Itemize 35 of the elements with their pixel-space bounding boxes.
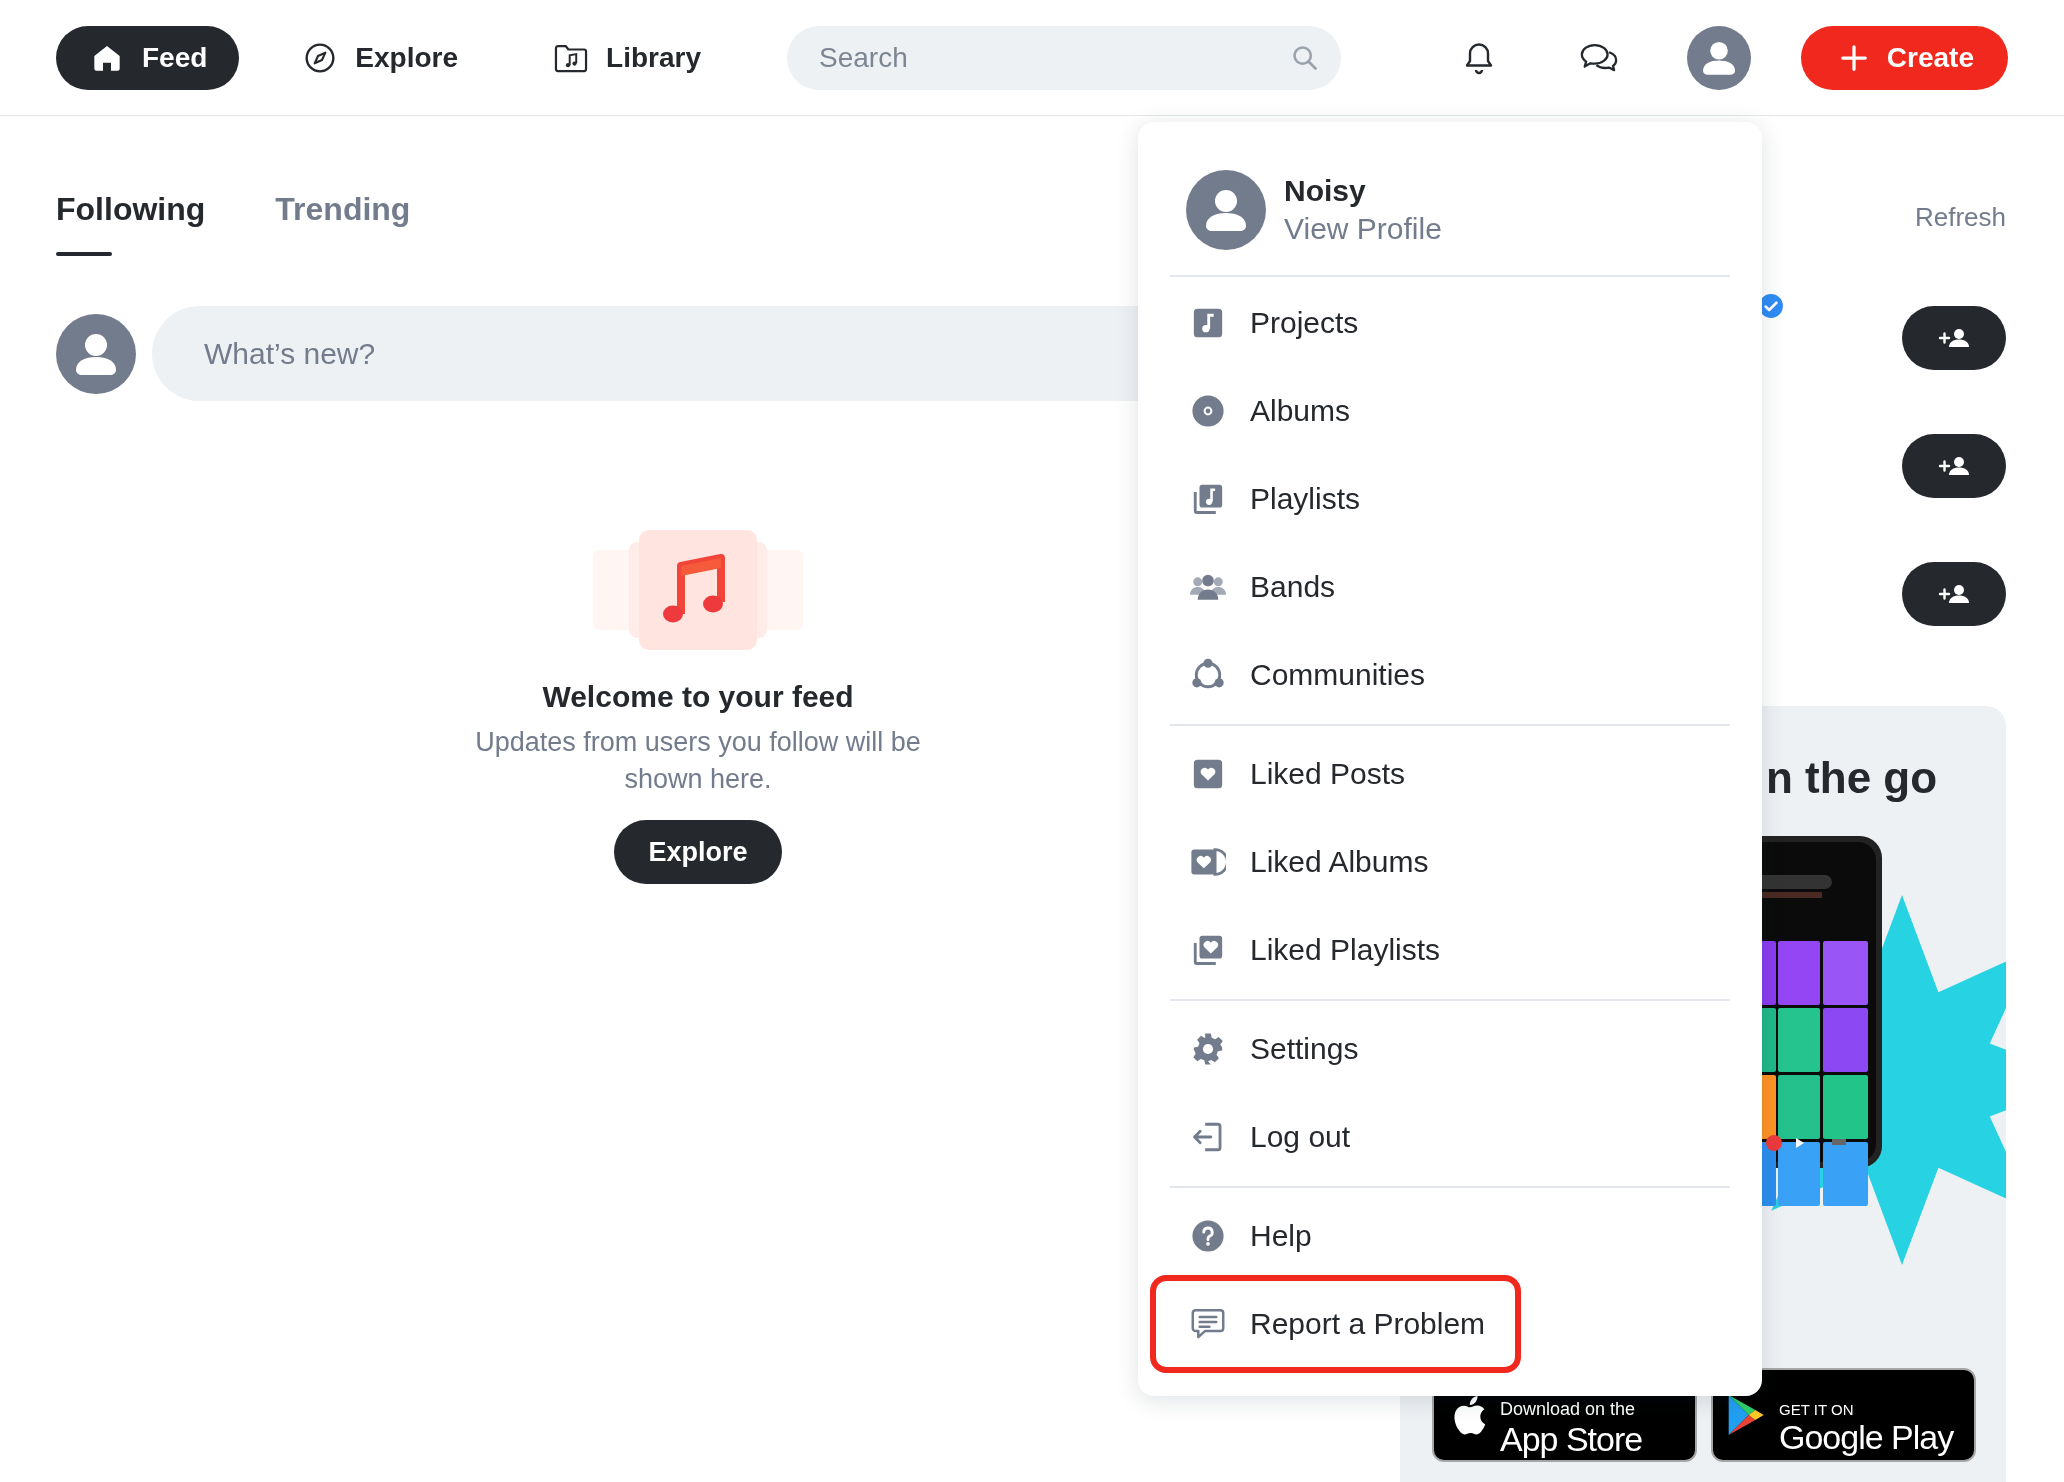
add-user-icon	[1936, 454, 1972, 478]
search-field[interactable]: Search	[787, 25, 1341, 90]
google-play-badge[interactable]: GET IT ON Google Play	[1711, 1368, 1976, 1462]
menu-item[interactable]: Playlists	[1150, 455, 1397, 543]
explore-button[interactable]: Explore	[614, 820, 782, 884]
filter-tab[interactable]: Trending	[275, 187, 411, 231]
nav-tab[interactable]: Explore	[269, 25, 491, 90]
search-icon	[1291, 43, 1319, 72]
empty-message: Updates from users you follow will be shown here.	[474, 726, 922, 796]
speech-bubble-icon	[1190, 1307, 1226, 1341]
filter-tab[interactable]: Following	[56, 187, 206, 256]
view-profile-link[interactable]: View Profile	[1284, 210, 1442, 248]
user-name: Noisy	[1284, 173, 1367, 209]
help-icon	[1190, 1219, 1226, 1253]
promo-heading: n the go	[1766, 752, 1939, 804]
menu-item[interactable]: Liked Playlists	[1150, 906, 1477, 994]
disc-icon	[1190, 394, 1226, 428]
avatar[interactable]	[1686, 25, 1751, 90]
avatar[interactable]	[1186, 170, 1266, 250]
nav-tab[interactable]: Library	[520, 25, 733, 90]
empty-title: Welcome to your feed	[542, 680, 854, 714]
menu-item[interactable]: Report a Problem	[1150, 1275, 1522, 1373]
heart-disc-icon	[1190, 845, 1226, 879]
refresh-link[interactable]: Refresh	[1914, 201, 2006, 233]
create-button[interactable]: Create	[1800, 25, 2008, 90]
menu-item[interactable]: Liked Albums	[1150, 818, 1465, 906]
plus-icon	[1838, 42, 1869, 73]
menu-item[interactable]: Communities	[1150, 631, 1462, 719]
add-user-icon	[1936, 326, 1972, 350]
menu-item[interactable]: Log out	[1150, 1093, 1387, 1181]
menu-item[interactable]: Liked Posts	[1150, 730, 1442, 818]
nav-tab[interactable]: Feed	[56, 25, 240, 90]
menu-item[interactable]: Settings	[1150, 1005, 1395, 1093]
add-user-icon	[1936, 582, 1972, 606]
menu-item[interactable]: Bands	[1150, 543, 1372, 631]
